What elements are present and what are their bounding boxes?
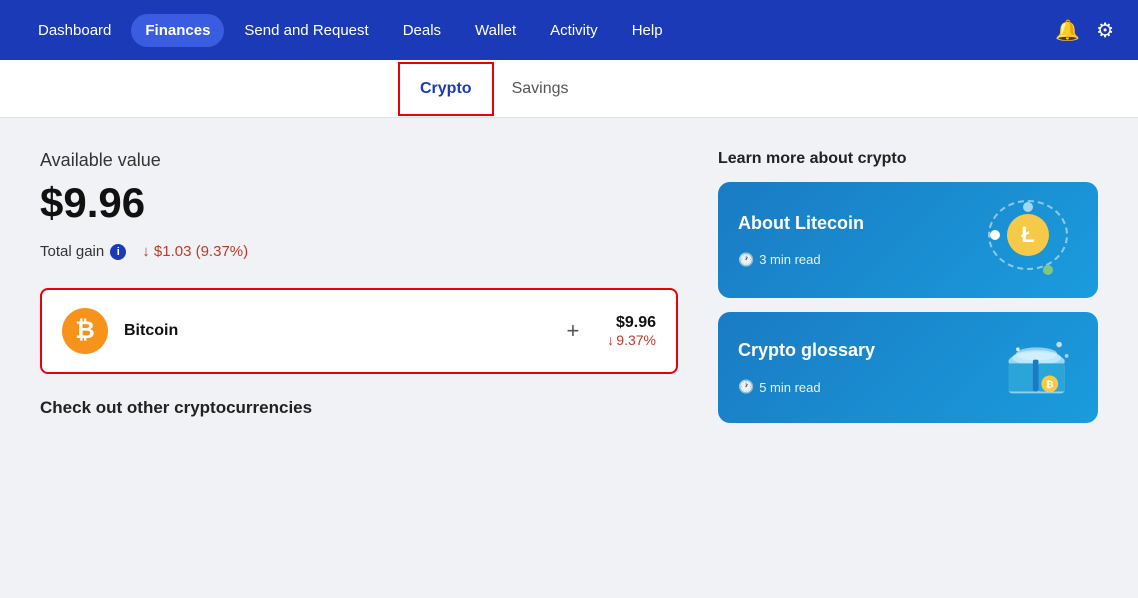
bitcoin-symbol: ₿ (75, 317, 95, 345)
total-gain-text: Total gain (40, 243, 104, 260)
bitcoin-card[interactable]: ₿ Bitcoin + $9.96 ↓ 9.37% (40, 288, 678, 374)
change-arrow: ↓ (607, 332, 614, 348)
book-illustration: ₿ (998, 330, 1078, 405)
available-label: Available value (40, 150, 678, 171)
nav-item-deals[interactable]: Deals (389, 14, 455, 47)
nav-items: Dashboard Finances Send and Request Deal… (24, 14, 1055, 47)
change-percent: 9.37% (616, 332, 656, 348)
left-panel: Available value $9.96 Total gain i ↓ $1.… (40, 150, 678, 437)
available-value: $9.96 (40, 179, 678, 227)
right-panel: Learn more about crypto About Litecoin 🕐… (718, 150, 1098, 437)
litecoin-read-time: 🕐 3 min read (738, 252, 988, 268)
nav-item-send-request[interactable]: Send and Request (230, 14, 382, 47)
sub-nav: Crypto Savings (0, 60, 1138, 118)
bitcoin-usd-value: $9.96 (607, 314, 656, 332)
nav-item-help[interactable]: Help (618, 14, 677, 47)
bitcoin-change: ↓ 9.37% (607, 332, 656, 348)
gain-value: ↓ $1.03 (9.37%) (142, 243, 248, 260)
check-other-label: Check out other cryptocurrencies (40, 398, 678, 418)
tab-savings[interactable]: Savings (492, 64, 589, 114)
info-icon[interactable]: i (110, 244, 126, 260)
nav-item-dashboard[interactable]: Dashboard (24, 14, 125, 47)
tab-crypto[interactable]: Crypto (400, 64, 492, 114)
bitcoin-name: Bitcoin (124, 322, 538, 340)
total-gain-label: Total gain i (40, 243, 126, 260)
glossary-read-time: 🕐 5 min read (738, 379, 998, 395)
nav-icons: 🔔 ⚙ (1055, 18, 1114, 43)
svg-text:₿: ₿ (1045, 379, 1053, 389)
bell-icon[interactable]: 🔔 (1055, 18, 1080, 43)
add-crypto-button[interactable]: + (566, 318, 579, 344)
main-content: Available value $9.96 Total gain i ↓ $1.… (0, 118, 1138, 469)
glossary-card-content: Crypto glossary 🕐 5 min read (738, 340, 998, 395)
crypto-glossary-card[interactable]: Crypto glossary 🕐 5 min read (718, 312, 1098, 423)
glossary-min-read: 5 min read (759, 380, 820, 395)
bitcoin-icon: ₿ (62, 308, 108, 354)
clock-icon-glossary: 🕐 (738, 379, 754, 395)
litecoin-min-read: 3 min read (759, 252, 820, 267)
litecoin-card-content: About Litecoin 🕐 3 min read (738, 213, 988, 268)
nav-item-activity[interactable]: Activity (536, 14, 612, 47)
glossary-card-title: Crypto glossary (738, 340, 998, 361)
about-litecoin-card[interactable]: About Litecoin 🕐 3 min read Ł (718, 182, 1098, 298)
bitcoin-values: $9.96 ↓ 9.37% (607, 314, 656, 348)
learn-title: Learn more about crypto (718, 150, 1098, 168)
nav-item-wallet[interactable]: Wallet (461, 14, 530, 47)
clock-icon-litecoin: 🕐 (738, 252, 754, 268)
gain-amount: ↓ $1.03 (9.37%) (142, 243, 248, 260)
gear-icon[interactable]: ⚙ (1096, 18, 1114, 43)
nav-item-finances[interactable]: Finances (131, 14, 224, 47)
litecoin-illustration: Ł (988, 200, 1078, 280)
main-nav: Dashboard Finances Send and Request Deal… (0, 0, 1138, 60)
total-gain-row: Total gain i ↓ $1.03 (9.37%) (40, 243, 678, 260)
litecoin-card-title: About Litecoin (738, 213, 988, 234)
